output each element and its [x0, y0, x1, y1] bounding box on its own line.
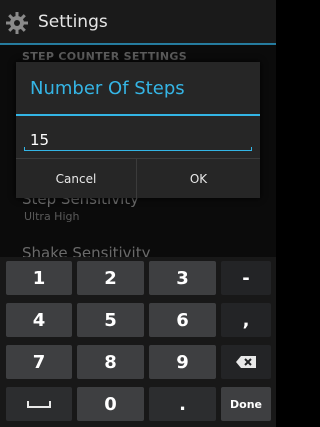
number-of-steps-dialog: Number Of Steps Cancel OK [16, 62, 260, 199]
key-3[interactable]: 3 [149, 261, 216, 295]
gear-icon[interactable] [4, 10, 30, 36]
key-comma[interactable]: , [221, 303, 271, 337]
key-2[interactable]: 2 [77, 261, 144, 295]
key-5[interactable]: 5 [77, 303, 144, 337]
ok-button[interactable]: OK [138, 159, 259, 199]
key-7[interactable]: 7 [6, 345, 72, 379]
key-4[interactable]: 4 [6, 303, 72, 337]
dialog-title-divider [16, 114, 260, 116]
dialog-title: Number Of Steps [30, 78, 185, 99]
steps-input[interactable] [26, 128, 256, 152]
input-underline [24, 147, 252, 151]
numeric-keyboard: 1 2 3 - 4 5 6 , 7 8 9 0 . Done [0, 257, 276, 427]
key-done[interactable]: Done [221, 387, 271, 421]
key-6[interactable]: 6 [149, 303, 216, 337]
space-bar-icon [27, 401, 51, 408]
cancel-button[interactable]: Cancel [16, 159, 137, 199]
key-9[interactable]: 9 [149, 345, 216, 379]
key-space[interactable] [6, 387, 72, 421]
backspace-icon [236, 356, 256, 368]
key-backspace[interactable] [221, 345, 271, 379]
dialog-button-row: Cancel OK [16, 158, 260, 199]
screen: Settings STEP COUNTER SETTINGS Step Sens… [0, 0, 276, 427]
app-title: Settings [38, 12, 108, 32]
key-period[interactable]: . [149, 387, 216, 421]
key-8[interactable]: 8 [77, 345, 144, 379]
action-bar: Settings [0, 0, 276, 45]
key-0[interactable]: 0 [77, 387, 144, 421]
key-dash[interactable]: - [221, 261, 271, 295]
key-1[interactable]: 1 [6, 261, 72, 295]
pref-step-sensitivity-summary: Ultra High [24, 210, 80, 223]
